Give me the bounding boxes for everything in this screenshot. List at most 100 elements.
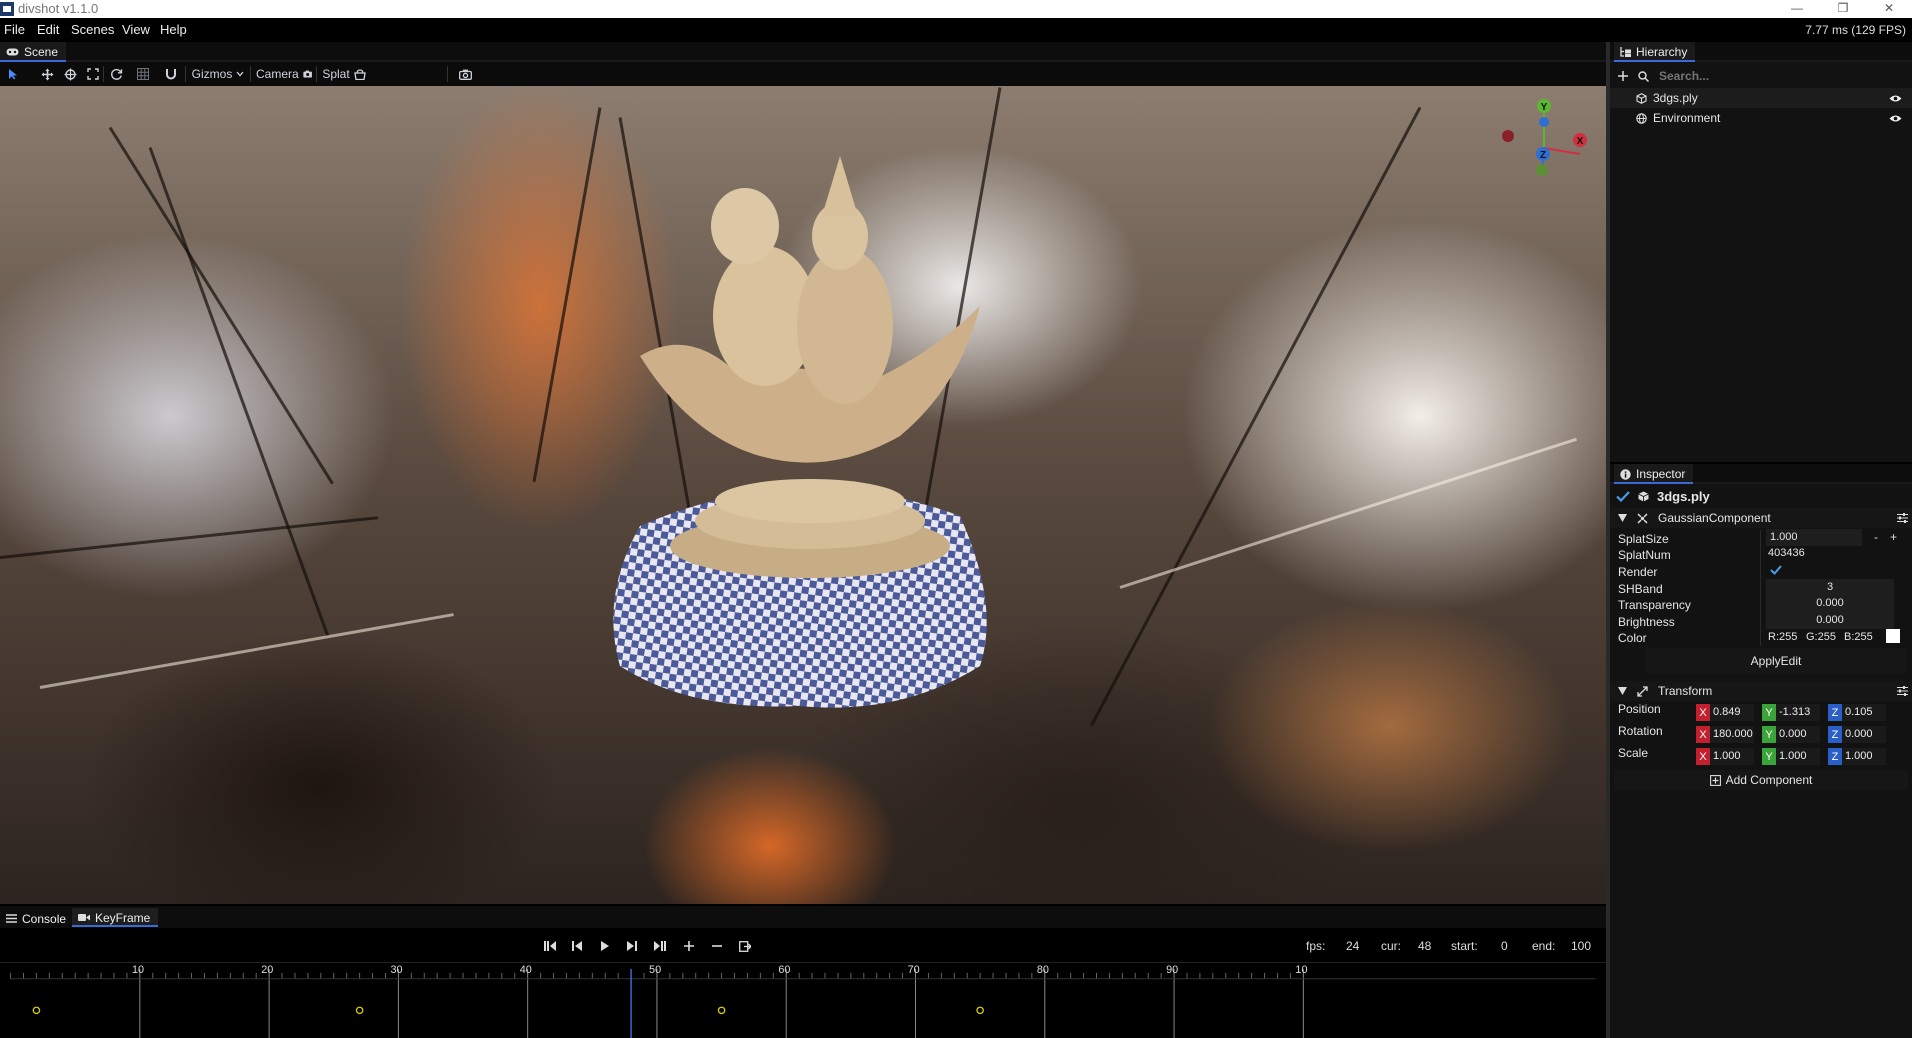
render-checkbox[interactable]: [1770, 565, 1782, 575]
transparency-value[interactable]: 0.000: [1766, 595, 1894, 612]
collapse-triangle-icon: [1618, 514, 1627, 522]
menu-view[interactable]: View: [122, 22, 150, 37]
snap-toggle-button[interactable]: [162, 65, 180, 83]
grid-toggle-button[interactable]: [134, 65, 152, 83]
keyframe-marker[interactable]: [976, 1006, 984, 1015]
color-g-value[interactable]: G:255: [1806, 631, 1836, 643]
gizmo-neg-y-handle[interactable]: [1536, 164, 1548, 176]
rotation-x-field[interactable]: X 180.000: [1696, 726, 1754, 743]
expand-arrows-icon: [1637, 685, 1648, 697]
video-camera-icon: [78, 914, 90, 921]
gizmo-y-label: Y: [1541, 102, 1548, 113]
screenshot-button[interactable]: [456, 65, 474, 83]
splat-size-increment-button[interactable]: +: [1890, 530, 1897, 544]
eye-icon[interactable]: [1889, 94, 1902, 103]
position-x-field[interactable]: X 0.849: [1696, 704, 1754, 721]
add-keyframe-button[interactable]: [680, 938, 698, 954]
scale-tool-button[interactable]: [84, 65, 102, 83]
camera-button[interactable]: Camera: [256, 65, 312, 83]
gaussian-component-header[interactable]: GaussianComponent: [1610, 508, 1912, 528]
tab-hierarchy[interactable]: Hierarchy: [1614, 42, 1696, 62]
transform-space-button[interactable]: [107, 65, 125, 83]
timeline-tick-label: 90: [1166, 964, 1178, 976]
menu-bar: File Edit Scenes View Help 7.77 ms (129 …: [0, 18, 1912, 42]
eye-icon[interactable]: [1889, 114, 1902, 123]
position-z-field[interactable]: Z 0.105: [1828, 704, 1886, 721]
statue-model: [640, 156, 980, 578]
color-r-value[interactable]: R:255: [1768, 631, 1797, 643]
scale-x-field[interactable]: X 1.000: [1696, 748, 1754, 765]
scene-viewport[interactable]: Y X Z: [0, 86, 1606, 904]
rotate-tool-button[interactable]: [61, 65, 79, 83]
toolbar-divider: [316, 66, 317, 82]
close-button[interactable]: ✕: [1866, 0, 1912, 18]
splat-size-value[interactable]: 1.000: [1766, 529, 1862, 546]
start-value[interactable]: 0: [1501, 939, 1508, 953]
remove-keyframe-button[interactable]: [708, 938, 726, 954]
transform-component-header[interactable]: Transform: [1610, 681, 1912, 701]
splat-button[interactable]: Splat: [322, 65, 366, 83]
splat-size-decrement-button[interactable]: -: [1874, 530, 1878, 544]
enabled-checkmark-icon[interactable]: [1616, 490, 1630, 502]
gizmo-neg-z-handle[interactable]: [1539, 117, 1549, 127]
rotation-y-field[interactable]: Y 0.000: [1762, 726, 1820, 743]
keyframe-marker[interactable]: [717, 1006, 726, 1015]
keyframe-marker[interactable]: [355, 1006, 364, 1015]
restore-button[interactable]: ❐: [1820, 0, 1866, 18]
step-back-button[interactable]: [568, 938, 586, 954]
axis-orientation-gizmo[interactable]: Y X Z: [1480, 96, 1606, 206]
move-tool-button[interactable]: [38, 65, 56, 83]
jump-to-start-button[interactable]: [541, 938, 559, 954]
rotation-z-field[interactable]: Z 0.000: [1828, 726, 1886, 743]
splat-component-icon: [1637, 512, 1648, 524]
keyframe-timeline[interactable]: 10 20 30 40 50 60 70 80 90 10: [0, 962, 1606, 1038]
menu-file[interactable]: File: [4, 22, 25, 37]
brightness-value[interactable]: 0.000: [1766, 612, 1894, 629]
scale-y-field[interactable]: Y 1.000: [1762, 748, 1820, 765]
gizmo-neg-x-handle[interactable]: [1502, 130, 1514, 142]
cur-value[interactable]: 48: [1418, 939, 1431, 953]
end-value[interactable]: 100: [1571, 939, 1591, 953]
tab-inspector[interactable]: Inspector: [1614, 464, 1694, 484]
add-component-label: Add Component: [1725, 773, 1813, 787]
hierarchy-search-input[interactable]: [1659, 69, 1879, 83]
hierarchy-item-environment[interactable]: Environment: [1610, 108, 1912, 128]
minimize-button[interactable]: —: [1774, 0, 1820, 18]
step-back-icon: [572, 941, 582, 951]
step-forward-button[interactable]: [623, 938, 641, 954]
jump-to-end-button[interactable]: [651, 938, 669, 954]
hierarchy-search-row: [1610, 66, 1912, 86]
add-component-button[interactable]: Add Component: [1614, 770, 1908, 790]
shband-value[interactable]: 3: [1766, 579, 1894, 596]
minus-icon: [712, 945, 722, 947]
position-y-field[interactable]: Y -1.313: [1762, 704, 1820, 721]
tab-keyframe[interactable]: KeyFrame: [72, 908, 159, 927]
color-swatch[interactable]: [1886, 629, 1900, 643]
tripod-leg: [532, 107, 602, 482]
keyframe-marker[interactable]: [32, 1006, 41, 1015]
gizmos-dropdown[interactable]: Gizmos: [190, 65, 246, 83]
chevron-down-icon: [236, 71, 244, 77]
apply-edit-button[interactable]: ApplyEdit: [1646, 648, 1906, 674]
timeline-tick-label: 20: [261, 964, 273, 976]
tab-console[interactable]: Console: [0, 908, 74, 927]
menu-help[interactable]: Help: [160, 22, 187, 37]
add-icon[interactable]: [1618, 71, 1628, 81]
settings-sliders-icon[interactable]: [1897, 686, 1908, 696]
fps-value[interactable]: 24: [1346, 939, 1359, 953]
gizmo-z-label: Z: [1540, 150, 1546, 161]
plus-square-icon: [1709, 774, 1721, 786]
play-button[interactable]: [596, 938, 614, 954]
scale-z-field[interactable]: Z 1.000: [1828, 748, 1886, 765]
menu-edit[interactable]: Edit: [37, 22, 59, 37]
export-keyframes-button[interactable]: [736, 938, 754, 954]
menu-scenes[interactable]: Scenes: [71, 22, 114, 37]
settings-sliders-icon[interactable]: [1897, 513, 1908, 523]
tab-scene[interactable]: Scene: [0, 42, 67, 62]
hierarchy-item-3dgs[interactable]: 3dgs.ply: [1610, 88, 1912, 108]
select-tool-button[interactable]: [4, 65, 22, 83]
tripod-leg: [148, 146, 330, 637]
toolbar-divider: [250, 66, 251, 82]
scene-toolbar: Gizmos Camera Splat: [0, 62, 1606, 86]
color-b-value[interactable]: B:255: [1844, 631, 1873, 643]
